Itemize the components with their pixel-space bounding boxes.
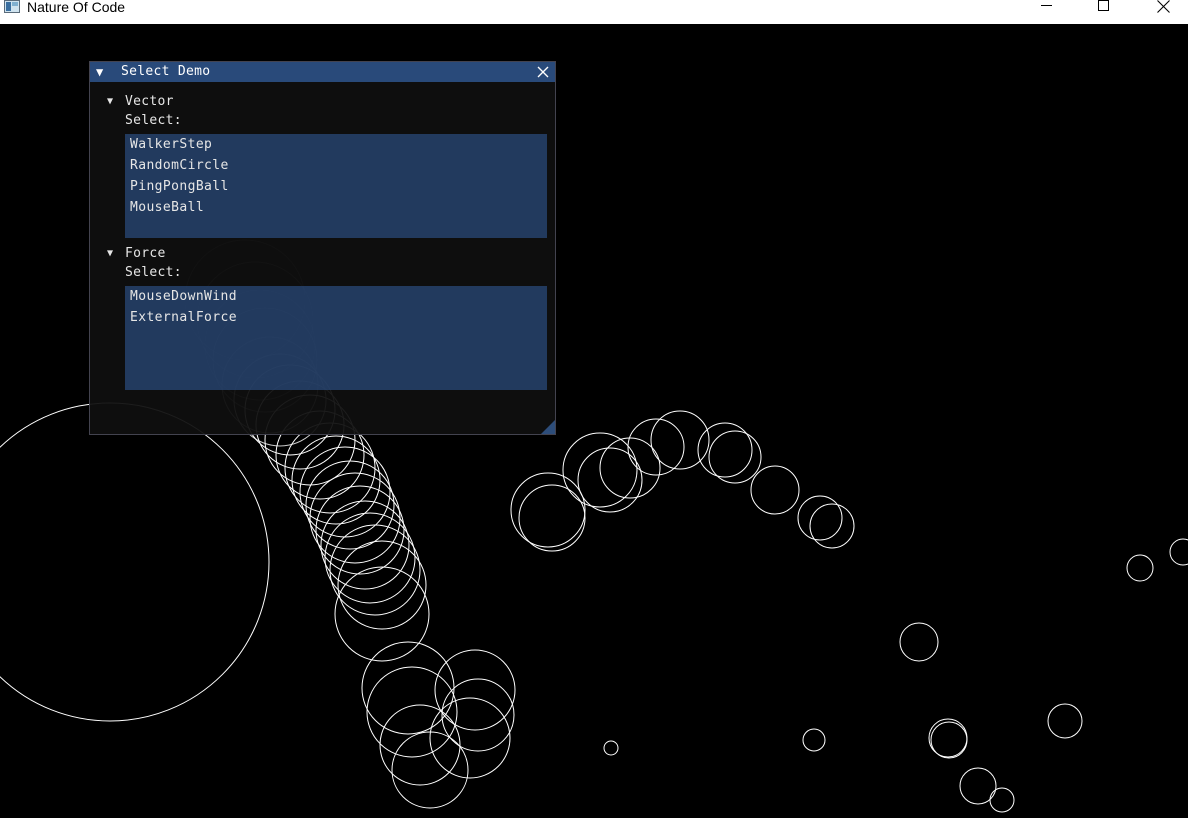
list-item[interactable]: WalkerStep bbox=[125, 134, 547, 155]
particle-circle bbox=[930, 721, 968, 759]
list-item[interactable]: MouseBall bbox=[125, 197, 547, 218]
vector-listbox[interactable]: WalkerStep RandomCircle PingPongBall Mou… bbox=[125, 134, 547, 238]
particle-circle bbox=[809, 503, 855, 549]
particle-circle bbox=[429, 697, 511, 779]
section-label: Force bbox=[125, 245, 166, 261]
particle-circle bbox=[697, 422, 753, 478]
particle-circle bbox=[291, 435, 381, 525]
particle-circle bbox=[320, 500, 410, 590]
particle-circle bbox=[518, 484, 586, 552]
window-title: Nature Of Code bbox=[27, 0, 126, 15]
select-label: Select: bbox=[125, 265, 182, 280]
particle-circle bbox=[989, 787, 1015, 813]
panel-titlebar[interactable]: ▼ Select Demo bbox=[90, 62, 555, 82]
particle-circle bbox=[959, 767, 997, 805]
section-vector[interactable]: ▼ Vector bbox=[107, 92, 174, 110]
force-listbox[interactable]: MouseDownWind ExternalForce bbox=[125, 286, 547, 390]
tree-expanded-icon: ▼ bbox=[107, 95, 114, 107]
particle-circle bbox=[577, 447, 643, 513]
section-force[interactable]: ▼ Force bbox=[107, 244, 166, 262]
app-icon bbox=[4, 0, 20, 13]
particle-circle bbox=[797, 495, 843, 541]
particle-circle bbox=[802, 728, 826, 752]
list-item[interactable]: ExternalForce bbox=[125, 307, 547, 328]
list-item[interactable]: PingPongBall bbox=[125, 176, 547, 197]
particle-circle bbox=[603, 740, 619, 756]
list-item[interactable]: MouseDownWind bbox=[125, 286, 547, 307]
particle-circle bbox=[0, 402, 270, 722]
window-titlebar: Nature Of Code bbox=[0, 0, 1188, 24]
minimize-button[interactable] bbox=[1024, 0, 1070, 24]
maximize-button[interactable] bbox=[1081, 0, 1127, 24]
particle-circle bbox=[361, 641, 455, 735]
resize-grip-icon[interactable] bbox=[541, 420, 555, 434]
particle-circle bbox=[599, 437, 661, 499]
panel-title: Select Demo bbox=[121, 64, 211, 79]
section-label: Vector bbox=[125, 93, 174, 109]
panel-close-icon[interactable] bbox=[536, 65, 550, 79]
particle-circle bbox=[750, 465, 800, 515]
maximize-icon bbox=[1098, 0, 1109, 11]
close-icon bbox=[1156, 0, 1170, 13]
particle-circle bbox=[1169, 538, 1188, 566]
particle-circle bbox=[329, 524, 421, 616]
particle-circle bbox=[510, 472, 586, 548]
particle-circle bbox=[434, 649, 516, 731]
particle-circle bbox=[1047, 703, 1083, 739]
tree-expanded-icon: ▼ bbox=[107, 247, 114, 259]
particle-circle bbox=[627, 418, 685, 476]
particle-circle bbox=[315, 485, 405, 575]
particle-circle bbox=[1126, 554, 1154, 582]
select-label: Select: bbox=[125, 113, 182, 128]
select-demo-panel[interactable]: ▼ Select Demo ▼ Vector Select: WalkerSte… bbox=[89, 61, 556, 435]
minimize-icon bbox=[1041, 5, 1052, 6]
list-item[interactable]: RandomCircle bbox=[125, 155, 547, 176]
particle-circle bbox=[305, 460, 395, 550]
particle-circle bbox=[899, 622, 939, 662]
collapse-arrow-icon[interactable]: ▼ bbox=[96, 65, 103, 79]
close-window-button[interactable] bbox=[1140, 0, 1186, 24]
